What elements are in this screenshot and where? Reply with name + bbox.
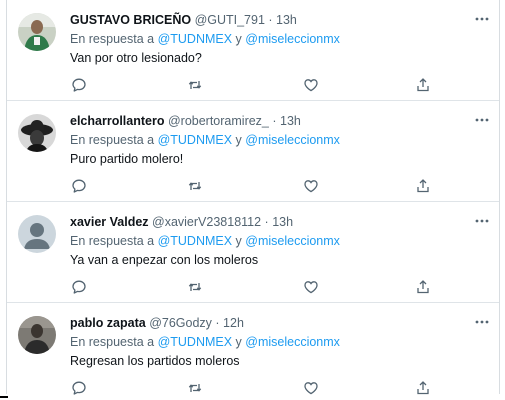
- retweet-icon[interactable]: [186, 379, 204, 397]
- tweet-actions: [70, 76, 430, 94]
- more-options-icon[interactable]: [473, 315, 491, 329]
- tweet-text: Ya van a enpezar con los moleros: [70, 253, 259, 267]
- reply-icon[interactable]: [70, 379, 88, 397]
- retweet-icon[interactable]: [186, 177, 204, 195]
- mention-link[interactable]: @miseleccionmx: [245, 133, 340, 147]
- tweet-text: Puro partido molero!: [70, 152, 184, 166]
- screenshot-frame: GUSTAVO BRICEÑO @GUTI_791 · 13h En respu…: [0, 0, 505, 400]
- tweet-reply[interactable]: pablo zapata @76Godzy · 12h En respuesta…: [7, 303, 499, 397]
- reply-joiner: y: [232, 335, 246, 349]
- display-name[interactable]: xavier Valdez: [70, 215, 149, 229]
- separator: ·: [261, 215, 273, 229]
- mention-link[interactable]: @TUDNMEX: [158, 335, 233, 349]
- timestamp[interactable]: 13h: [276, 13, 297, 27]
- mention-link[interactable]: @TUDNMEX: [158, 32, 233, 46]
- mention-link[interactable]: @TUDNMEX: [158, 133, 233, 147]
- tweet-actions: [70, 278, 430, 296]
- replying-to: En respuesta a @TUDNMEX y @miseleccionmx: [70, 232, 340, 250]
- username[interactable]: @GUTI_791: [195, 13, 265, 27]
- replying-to: En respuesta a @TUDNMEX y @miseleccionmx: [70, 30, 340, 48]
- reply-prefix: En respuesta a: [70, 234, 158, 248]
- share-icon[interactable]: [414, 379, 432, 397]
- mention-link[interactable]: @TUDNMEX: [158, 234, 233, 248]
- separator: ·: [264, 13, 277, 27]
- separator: ·: [211, 316, 224, 330]
- username[interactable]: @76Godzy: [149, 316, 212, 330]
- avatar[interactable]: [18, 114, 56, 152]
- tweet-header: pablo zapata @76Godzy · 12h: [70, 314, 469, 332]
- timestamp[interactable]: 13h: [280, 114, 301, 128]
- timestamp[interactable]: 12h: [223, 316, 244, 330]
- tweet-header: elcharrollantero @robertoramirez_ · 13h: [70, 112, 469, 130]
- reply-joiner: y: [232, 133, 246, 147]
- mention-link[interactable]: @miseleccionmx: [245, 335, 340, 349]
- avatar[interactable]: [18, 13, 56, 51]
- tweet-header: xavier Valdez @xavierV23818112 · 13h: [70, 213, 469, 231]
- tweet-reply[interactable]: xavier Valdez @xavierV23818112 · 13h En …: [7, 202, 499, 303]
- like-icon[interactable]: [302, 379, 320, 397]
- reply-prefix: En respuesta a: [70, 133, 158, 147]
- more-options-icon[interactable]: [473, 113, 491, 127]
- tweet-reply[interactable]: elcharrollantero @robertoramirez_ · 13h …: [7, 101, 499, 202]
- share-icon[interactable]: [414, 177, 432, 195]
- tweet-text: Regresan los partidos moleros: [70, 354, 240, 368]
- avatar[interactable]: [18, 316, 56, 354]
- like-icon[interactable]: [302, 76, 320, 94]
- display-name[interactable]: GUSTAVO BRICEÑO: [70, 13, 191, 27]
- crop-mark: [0, 396, 8, 398]
- display-name[interactable]: pablo zapata: [70, 316, 146, 330]
- share-icon[interactable]: [414, 278, 432, 296]
- separator: ·: [268, 114, 280, 128]
- tweet-actions: [70, 379, 430, 397]
- replying-to: En respuesta a @TUDNMEX y @miseleccionmx: [70, 333, 340, 351]
- reply-icon[interactable]: [70, 76, 88, 94]
- retweet-icon[interactable]: [186, 278, 204, 296]
- like-icon[interactable]: [302, 278, 320, 296]
- username[interactable]: @xavierV23818112: [152, 215, 261, 229]
- reply-joiner: y: [232, 234, 246, 248]
- reply-icon[interactable]: [70, 278, 88, 296]
- display-name[interactable]: elcharrollantero: [70, 114, 164, 128]
- replies-feed: GUSTAVO BRICEÑO @GUTI_791 · 13h En respu…: [6, 0, 500, 397]
- more-options-icon[interactable]: [473, 214, 491, 228]
- more-options-icon[interactable]: [473, 12, 491, 26]
- like-icon[interactable]: [302, 177, 320, 195]
- mention-link[interactable]: @miseleccionmx: [245, 234, 340, 248]
- username[interactable]: @robertoramirez_: [168, 114, 269, 128]
- tweet-reply[interactable]: GUSTAVO BRICEÑO @GUTI_791 · 13h En respu…: [7, 0, 499, 101]
- reply-prefix: En respuesta a: [70, 335, 158, 349]
- retweet-icon[interactable]: [186, 76, 204, 94]
- reply-prefix: En respuesta a: [70, 32, 158, 46]
- timestamp[interactable]: 13h: [272, 215, 293, 229]
- reply-icon[interactable]: [70, 177, 88, 195]
- reply-joiner: y: [232, 32, 246, 46]
- tweet-header: GUSTAVO BRICEÑO @GUTI_791 · 13h: [70, 11, 469, 29]
- avatar[interactable]: [18, 215, 56, 253]
- share-icon[interactable]: [414, 76, 432, 94]
- tweet-text: Van por otro lesionado?: [70, 51, 202, 65]
- mention-link[interactable]: @miseleccionmx: [245, 32, 340, 46]
- replying-to: En respuesta a @TUDNMEX y @miseleccionmx: [70, 131, 340, 149]
- tweet-actions: [70, 177, 430, 195]
